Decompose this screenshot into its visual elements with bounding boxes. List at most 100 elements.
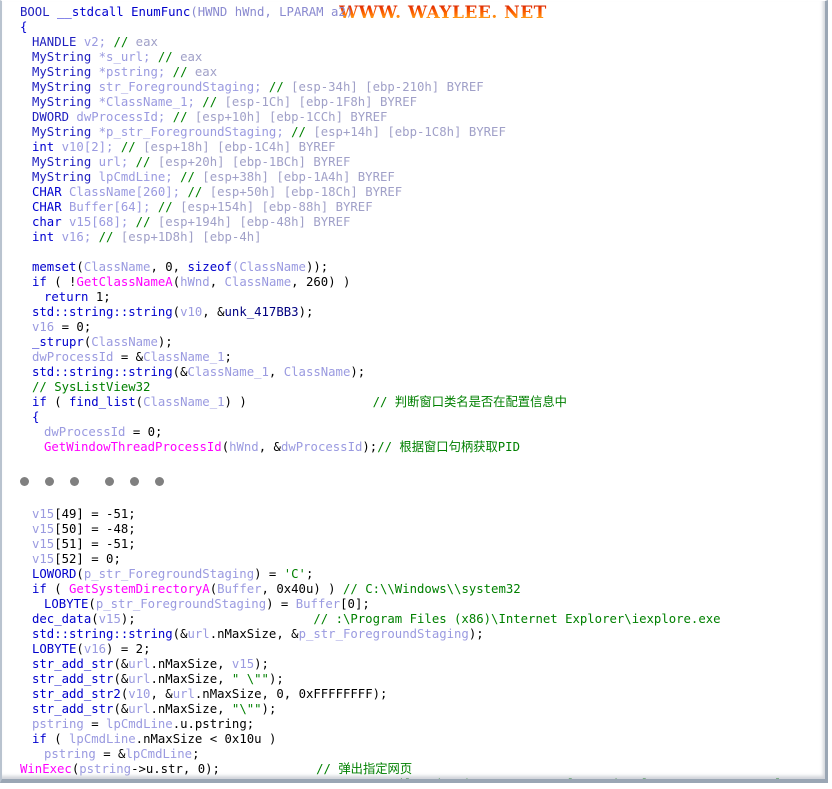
decl-type: MyString: [32, 125, 92, 139]
api-getsystemdirectorya[interactable]: GetSystemDirectoryA: [69, 582, 210, 596]
decl-byref: BYREF: [335, 200, 373, 214]
code-line-if-getclassnamea: if ( !GetClassNameA(hWnd, ClassName, 260…: [32, 275, 351, 289]
code-line-stdstring-url: std::string::string(&url.nMaxSize, &p_st…: [32, 627, 484, 641]
code-line-decl-8: MyString url; // [esp+20h] [ebp-1BCh] BY…: [2, 155, 825, 170]
decl-comment-marker: //: [157, 200, 181, 214]
code-line-getwindowthreadprocessid: GetWindowThreadProcessId(hWnd, &dwProces…: [44, 440, 520, 454]
stdstring-ctor[interactable]: std::string::string: [32, 627, 173, 641]
code-line-decl-9: MyString lpCmdLine; // [esp+38h] [ebp-1A…: [2, 170, 825, 185]
code-line-blank-3: [2, 492, 825, 507]
collapsed-region-indicator[interactable]: [2, 470, 825, 492]
decl-stack-info: [esp+10h] [ebp-1CCh]: [194, 110, 351, 124]
code-line-open-brace-2: {: [2, 410, 825, 425]
pseudocode-window[interactable]: WWW. WAYLEE. NET BOOL __stdcall EnumFunc…: [0, 0, 828, 783]
keyword-if: if: [32, 275, 47, 289]
decl-name: ClassName[260];: [61, 185, 188, 199]
decl-stack-info: [esp+1D8h] [ebp-4h]: [120, 230, 262, 244]
decl-type: int: [32, 140, 55, 154]
code-line-if-getsystemdirectorya: if ( GetSystemDirectoryA(Buffer, 0x40u) …: [32, 582, 521, 596]
code-line-strupr: _strupr(ClassName);: [32, 335, 173, 349]
decl-comment-marker: //: [157, 50, 181, 64]
decl-type: HANDLE: [32, 35, 77, 49]
decl-name: Buffer[64];: [61, 200, 158, 214]
code-line-decl-10: CHAR ClassName[260]; // [esp+50h] [ebp-1…: [2, 185, 825, 200]
decl-comment-marker: //: [120, 140, 144, 154]
decl-type: MyString: [32, 155, 92, 169]
ellipsis-group-right: [105, 476, 164, 486]
code-line-memset: memset(ClassName, 0, sizeof(ClassName));: [32, 260, 329, 274]
code-surface[interactable]: BOOL __stdcall EnumFunc(HWND hWnd, LPARA…: [2, 1, 825, 779]
decl-name: *pstring;: [91, 65, 173, 79]
function-name[interactable]: EnumFunc: [131, 5, 190, 19]
decl-name: v10[2];: [54, 140, 121, 154]
decl-comment-marker: //: [202, 95, 225, 109]
var-pstring: pstring: [44, 747, 96, 761]
code-line-lobyte-v16: LOBYTE(v16) = 2;: [32, 642, 151, 656]
api-getwindowthreadprocessid[interactable]: GetWindowThreadProcessId: [44, 440, 222, 454]
decl-stack-info: [esp+194h] [ebp-48h]: [157, 215, 314, 229]
straddstr2-call[interactable]: str_add_str2: [32, 687, 121, 701]
decl-stack-info: eax: [135, 35, 158, 49]
findlist-call[interactable]: find_list: [69, 395, 136, 409]
stdstring-ctor[interactable]: std::string::string: [32, 305, 173, 319]
code-line-dwpid-zero: dwProcessId = 0;: [44, 425, 163, 439]
straddstr-call[interactable]: str_add_str: [32, 672, 113, 686]
global-unk417bb3[interactable]: unk_417BB3: [225, 305, 299, 319]
decl-comment-marker: //: [291, 125, 314, 139]
decl-stack-info: [esp+38h] [ebp-1A4h]: [202, 170, 358, 184]
brace-open: {: [20, 20, 28, 34]
decl-type: int: [32, 230, 55, 244]
strupr-call[interactable]: _strupr: [32, 335, 84, 349]
code-line-loword-c: LOWORD(p_str_ForegroundStaging) = 'C';: [32, 567, 314, 581]
code-line-stdstring-v10: std::string::string(v10, &unk_417BB3);: [32, 305, 314, 319]
api-getclassnamea[interactable]: GetClassNameA: [76, 275, 172, 289]
char-literal-c: 'C': [283, 567, 306, 581]
code-line-pstring-assign: pstring = lpCmdLine.u.pstring;: [32, 717, 255, 731]
code-line-final-comment: // C:\Program Files (x86)\Internet Explo…: [2, 777, 825, 779]
comment-chinese-popup-page: // 弹出指定网页: [316, 762, 413, 776]
decl-comment-marker: //: [98, 230, 121, 244]
comment-system32-path: // C:\\Windows\\system32: [342, 582, 521, 596]
var-v15: v15: [32, 522, 55, 536]
code-line-str-add-2: str_add_str(&url.nMaxSize, " \"");: [32, 672, 284, 686]
decl-comment-marker: //: [113, 35, 136, 49]
decl-comment-marker: //: [135, 155, 158, 169]
loword-macro: LOWORD: [32, 567, 77, 581]
decl-name: url;: [91, 155, 136, 169]
decl-type: char: [32, 215, 62, 229]
decl-comment-marker: //: [172, 110, 195, 124]
decl-byref: BYREF: [350, 110, 388, 124]
decl-byref: BYREF: [313, 215, 351, 229]
code-line-winexec: WinExec(pstring->u.str, 0); // 弹出指定网页: [20, 762, 413, 776]
decl-stack-info: [esp+50h] [ebp-18Ch]: [209, 185, 366, 199]
code-line-blank-2: [2, 455, 825, 470]
comment-chinese-findlist: // 判断窗口类名是否在配置信息中: [372, 395, 567, 409]
return-type: BOOL: [20, 5, 50, 19]
code-line-decl-6: MyString *p_str_ForegroundStaging; // [e…: [2, 125, 825, 140]
straddstr-call[interactable]: str_add_str: [32, 702, 113, 716]
var-dwprocessid: dwProcessId: [44, 425, 126, 439]
decl-byref: BYREF: [365, 185, 403, 199]
code-line-decl-3: MyString str_ForegroundStaging; // [esp-…: [2, 80, 825, 95]
decl-stack-info: [esp-34h] [ebp-210h]: [291, 80, 447, 94]
decl-type: MyString: [32, 95, 92, 109]
decl-comment-marker: //: [135, 215, 158, 229]
code-line-v15-49: v15[49] = -51;: [32, 507, 136, 521]
ellipsis-dot: [105, 476, 114, 486]
ellipsis-dot: [45, 476, 54, 486]
api-winexec[interactable]: WinExec: [20, 762, 72, 776]
code-line-v15-50: v15[50] = -48;: [32, 522, 136, 536]
brace-open-inner: {: [32, 410, 40, 424]
lobyte-macro: LOBYTE: [32, 642, 77, 656]
stdstring-ctor[interactable]: std::string::string: [32, 365, 173, 379]
decl-stack-info: [esp+154h] [ebp-88h]: [180, 200, 336, 214]
decdata-call[interactable]: dec_data: [32, 612, 91, 626]
straddstr-call[interactable]: str_add_str: [32, 657, 113, 671]
string-literal-quote: " \"": [231, 672, 269, 686]
code-line-str-add-4: str_add_str(&url.nMaxSize, "\"");: [32, 702, 277, 716]
decl-name: *ClassName_1;: [91, 95, 203, 109]
ellipsis-dot: [20, 476, 29, 486]
code-line-decl-5: DWORD dwProcessId; // [esp+10h] [ebp-1CC…: [2, 110, 825, 125]
memset-call[interactable]: memset: [32, 260, 76, 274]
code-line-v15-52: v15[52] = 0;: [32, 552, 121, 566]
